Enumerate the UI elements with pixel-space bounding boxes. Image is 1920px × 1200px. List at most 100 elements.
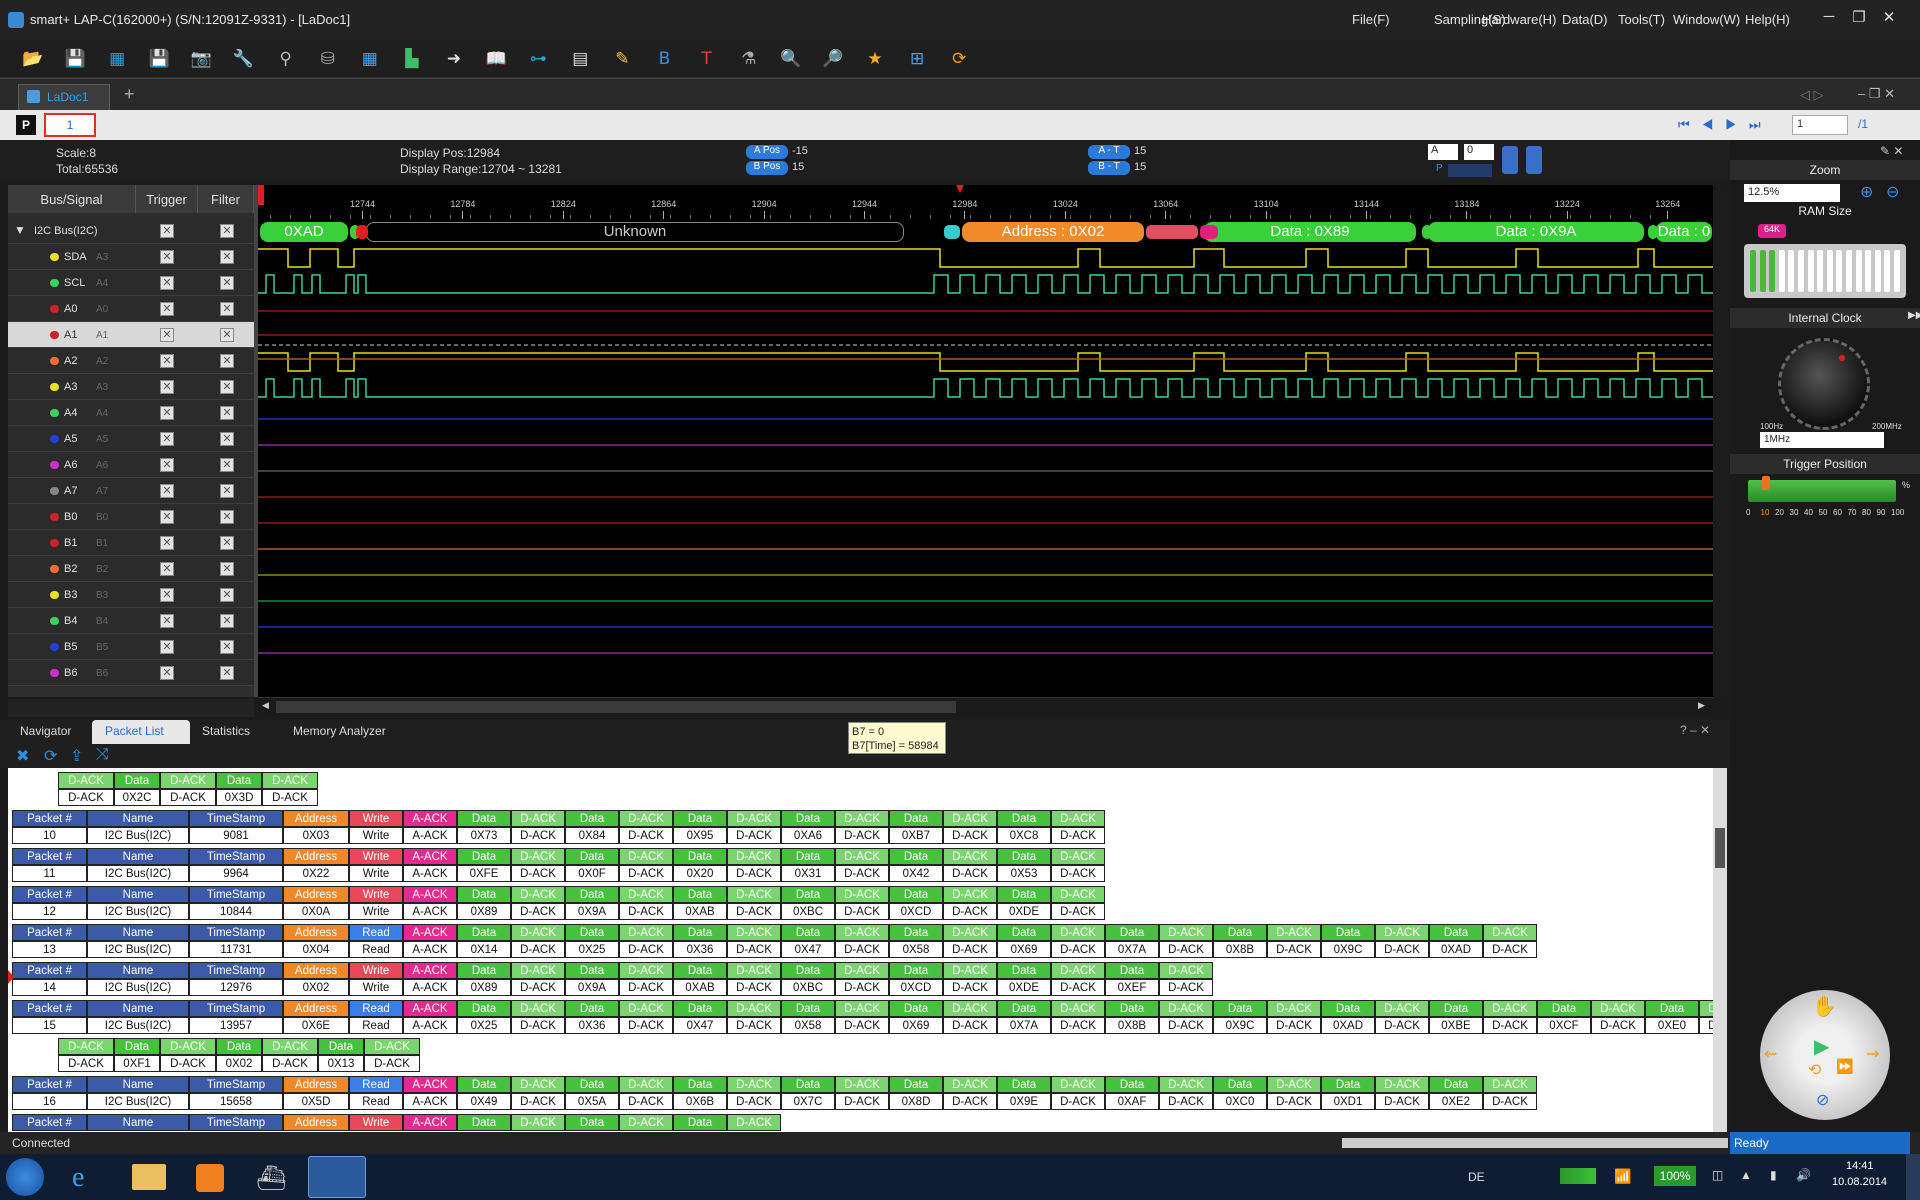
probe-icon[interactable]: ⚲	[273, 46, 299, 72]
stop-icon[interactable]: ⊘	[1816, 1090, 1829, 1110]
zoom-select[interactable]: 12.5%	[1744, 184, 1840, 202]
packet-timestamp[interactable]: 10844	[189, 903, 283, 920]
book-icon[interactable]: 📖	[483, 46, 509, 72]
scrollbar-thumb[interactable]	[276, 701, 956, 713]
dack-value[interactable]: D-ACK	[1483, 1093, 1537, 1110]
data-value[interactable]: 0X69	[889, 1017, 943, 1034]
marker-pin-alt-icon[interactable]	[1526, 146, 1542, 174]
filter-checkbox[interactable]: ✕	[220, 640, 234, 654]
data-value[interactable]: 0X73	[457, 827, 511, 844]
ie-icon[interactable]: e	[72, 1162, 84, 1194]
tab-memory-analyzer[interactable]: Memory Analyzer	[293, 724, 386, 738]
data-value[interactable]: 0X49	[457, 1093, 511, 1110]
data-value[interactable]: 0XA6	[781, 827, 835, 844]
filter-checkbox[interactable]: ✕	[220, 250, 234, 264]
dack-value[interactable]: D-ACK	[727, 903, 781, 920]
media-player-icon[interactable]	[196, 1164, 224, 1192]
data-value[interactable]: 0X13	[318, 1055, 364, 1072]
trigger-checkbox[interactable]: ✕	[160, 328, 174, 342]
data-value[interactable]: 0X53	[997, 865, 1051, 882]
trigger-checkbox[interactable]: ✕	[160, 484, 174, 498]
tab-packet-list[interactable]: Packet List	[105, 724, 164, 738]
signal-row-a4[interactable]: A4 A4 ✕ ✕	[8, 400, 254, 426]
dack-value[interactable]: D-ACK	[619, 827, 673, 844]
data-value[interactable]: 0XAB	[673, 979, 727, 996]
signal-row-a5[interactable]: A5 A5 ✕ ✕	[8, 426, 254, 452]
dack-value[interactable]: D-ACK	[1375, 1017, 1429, 1034]
packet-name[interactable]: I2C Bus(I2C)	[87, 903, 189, 920]
clear-icon[interactable]: ✖	[16, 746, 29, 766]
bottle-icon[interactable]: ⚗	[736, 46, 762, 72]
data-value[interactable]: 0X42	[889, 865, 943, 882]
dack-value[interactable]: D-ACK	[835, 1017, 889, 1034]
trigger-checkbox[interactable]: ✕	[160, 276, 174, 290]
dack-value[interactable]: D-ACK	[835, 1093, 889, 1110]
sync-icon[interactable]: ⟳	[44, 746, 57, 766]
filter-checkbox[interactable]: ✕	[220, 354, 234, 368]
show-desktop-button[interactable]	[1906, 1154, 1920, 1200]
packet-name[interactable]: I2C Bus(I2C)	[87, 827, 189, 844]
ram-size-slider[interactable]	[1744, 244, 1906, 298]
dack-value[interactable]: D-ACK	[619, 979, 673, 996]
app-icon[interactable]: ⛴	[256, 1164, 286, 1193]
address-value[interactable]: 0X0A	[283, 903, 349, 920]
address-value[interactable]: 0X02	[283, 979, 349, 996]
signal-row-b1[interactable]: B1 B1 ✕ ✕	[8, 530, 254, 556]
dack-value[interactable]: D-ACK	[727, 1017, 781, 1034]
data-value[interactable]: 0XAD	[1321, 1017, 1375, 1034]
navigation-wheel[interactable]: ✋ ▶ ⏩ ⟲ ⊘ ⇜ ⇝	[1760, 990, 1890, 1120]
rw-value[interactable]: Write	[349, 827, 403, 844]
database-icon[interactable]: ⛁	[315, 46, 341, 72]
data-value[interactable]: 0X9A	[565, 979, 619, 996]
left-run-icon[interactable]: ⇜	[1764, 1044, 1777, 1064]
page-input[interactable]: 1	[1792, 115, 1848, 135]
packet-number[interactable]: 13	[12, 941, 87, 958]
filter-checkbox[interactable]: ✕	[220, 302, 234, 316]
time-ruler[interactable]: 12744 12784 12824 12864 12904 12944 12984 13024…	[258, 185, 1713, 219]
data-value[interactable]: 0XCF	[1537, 1017, 1591, 1034]
data-value[interactable]: 0XFE	[457, 865, 511, 882]
dack-value[interactable]: D-ACK	[1159, 979, 1213, 996]
clock-knob[interactable]	[1778, 338, 1870, 430]
rw-value[interactable]: Write	[349, 903, 403, 920]
menu-help[interactable]: Help(H)	[1745, 12, 1790, 27]
filter-checkbox[interactable]: ✕	[220, 380, 234, 394]
packet-timestamp[interactable]: 11731	[189, 941, 283, 958]
grid-icon[interactable]: ▦	[357, 46, 383, 72]
signal-row-sda[interactable]: SDA A3 ✕ ✕	[8, 244, 254, 270]
data-value[interactable]: 0X20	[673, 865, 727, 882]
filter-checkbox[interactable]: ✕	[220, 484, 234, 498]
filter-checkbox[interactable]: ✕	[220, 510, 234, 524]
trigger-checkbox[interactable]: ✕	[160, 458, 174, 472]
chart-icon[interactable]: ▙	[399, 46, 425, 72]
packet-list-scrollbar[interactable]	[1713, 768, 1727, 1132]
dack-value[interactable]: D-ACK	[1051, 941, 1105, 958]
data-value[interactable]: 0XAB	[673, 903, 727, 920]
dack-value[interactable]: D-ACK	[1051, 979, 1105, 996]
data-value[interactable]: 0X7A	[997, 1017, 1051, 1034]
minimize-button[interactable]: ─	[1816, 8, 1842, 30]
aack-value[interactable]: A-ACK	[403, 827, 457, 844]
data-value[interactable]: 0XF1	[114, 1055, 160, 1072]
address-value[interactable]: 0X5D	[283, 1093, 349, 1110]
data-value[interactable]: 0X58	[889, 941, 943, 958]
right-run-icon[interactable]: ⇝	[1866, 1044, 1879, 1064]
trigger-checkbox[interactable]: ✕	[160, 432, 174, 446]
menu-tools[interactable]: Tools(T)	[1618, 12, 1665, 27]
film-icon[interactable]: ▤	[567, 46, 593, 72]
bus-decode-segment[interactable]: Data : 0	[1656, 222, 1712, 242]
p-marker-field[interactable]	[1448, 164, 1492, 177]
expand-triangle-icon[interactable]: ▼	[14, 223, 26, 237]
cursor-number-select[interactable]: 0	[1464, 144, 1494, 160]
trigger-checkbox[interactable]: ✕	[160, 354, 174, 368]
dack-value[interactable]: D-ACK	[727, 865, 781, 882]
packet-timestamp[interactable]: 15658	[189, 1093, 283, 1110]
dack-value[interactable]: D-ACK	[58, 1055, 114, 1072]
signal-row-b2[interactable]: B2 B2 ✕ ✕	[8, 556, 254, 582]
marker-b-icon[interactable]: B	[652, 46, 678, 72]
filter-checkbox[interactable]: ✕	[220, 276, 234, 290]
search-icon[interactable]: 🔍	[778, 46, 804, 72]
packet-number[interactable]: 14	[12, 979, 87, 996]
data-value[interactable]: 0XE2	[1429, 1093, 1483, 1110]
data-value[interactable]: 0X89	[457, 903, 511, 920]
